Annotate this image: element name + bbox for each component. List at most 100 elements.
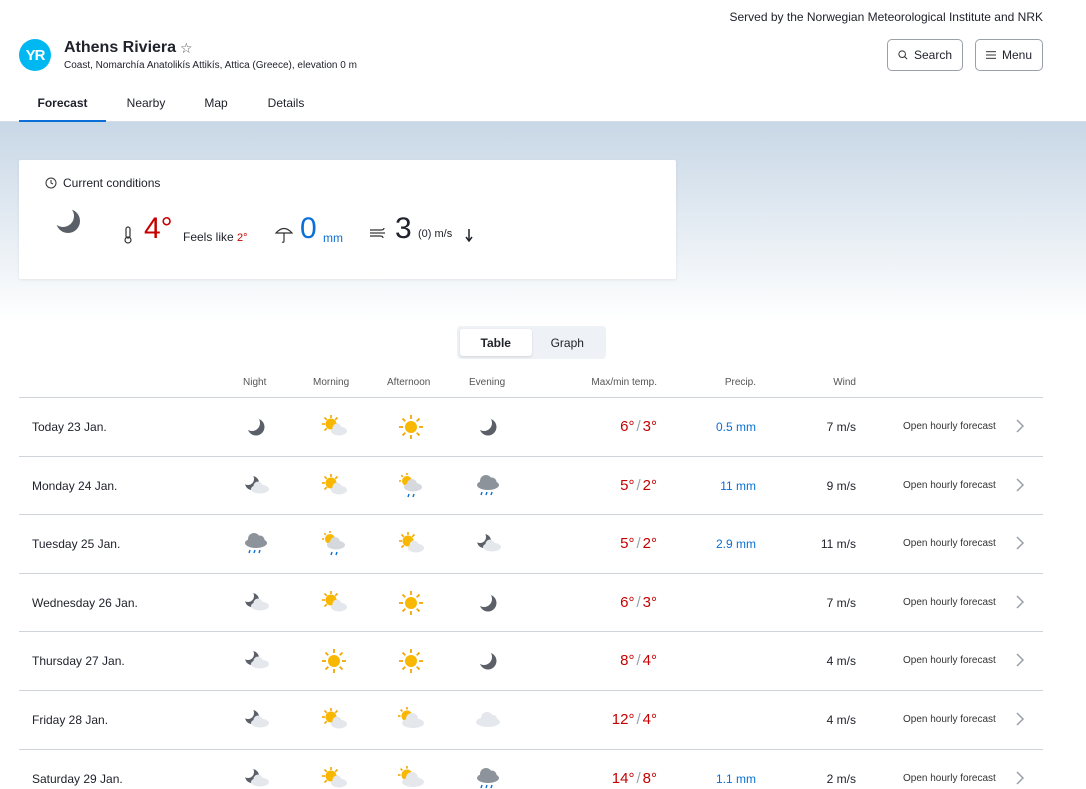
- header-afternoon: Afternoon: [387, 377, 431, 388]
- partly-cloudy-icon: [322, 707, 347, 729]
- temp-separator: /: [636, 476, 641, 494]
- row-temp-min: 2°: [642, 535, 657, 553]
- menu-icon: [986, 51, 996, 59]
- table-toggle-button[interactable]: Table: [460, 329, 532, 356]
- thermometer-icon: [124, 226, 132, 244]
- forecast-table: Today 23 Jan. 6°/3° 0.5 mm 7 m/s Open hourly…: [19, 397, 1043, 789]
- temp-separator: /: [636, 710, 641, 728]
- moon-cloud-icon: [245, 709, 269, 728]
- location-title: Athens Riviera ☆: [64, 39, 193, 57]
- row-day: Friday 28 Jan.: [32, 712, 109, 727]
- forecast-row[interactable]: Thursday 27 Jan. 8°/4° 4 m/s Open hourly fo…: [19, 631, 1043, 690]
- open-hourly-forecast-link[interactable]: Open hourly forecast: [903, 421, 996, 432]
- chevron-right-icon[interactable]: [1015, 594, 1025, 610]
- graph-toggle-button[interactable]: Graph: [532, 329, 604, 356]
- location-subtitle: Coast, Nomarchía Anatolikís Attikís, Att…: [64, 60, 357, 71]
- sun-icon: [399, 415, 423, 439]
- feels-like-label: Feels like: [183, 230, 234, 244]
- row-temp-min: 2°: [642, 476, 657, 494]
- temp-separator: /: [636, 593, 641, 611]
- wind-gust-unit: (0) m/s: [418, 228, 453, 240]
- menu-button[interactable]: Menu: [975, 39, 1043, 71]
- table-header: Night Morning Afternoon Evening Max/min …: [19, 377, 1043, 397]
- open-hourly-forecast-link[interactable]: Open hourly forecast: [903, 597, 996, 608]
- row-wind: 9 m/s: [826, 478, 856, 493]
- partly-cloudy-icon: [322, 415, 347, 436]
- current-temperature: 4°: [144, 212, 173, 245]
- sun-rain-icon: [399, 472, 422, 497]
- tab-nearby[interactable]: Nearby: [106, 88, 186, 122]
- tab-forecast[interactable]: Forecast: [19, 88, 106, 122]
- mostly-cloudy-icon: [398, 765, 424, 787]
- chevron-right-icon[interactable]: [1015, 418, 1025, 434]
- open-hourly-forecast-link[interactable]: Open hourly forecast: [903, 773, 996, 784]
- row-precip: 0.5 mm: [715, 420, 756, 434]
- forecast-row[interactable]: Today 23 Jan. 6°/3° 0.5 mm 7 m/s Open hourly…: [19, 397, 1043, 456]
- search-label: Search: [913, 48, 952, 62]
- temp-separator: /: [636, 535, 641, 553]
- yr-logo[interactable]: YR: [19, 39, 51, 71]
- forecast-row[interactable]: Friday 28 Jan. 12°/4° 4 m/s Open hourly for…: [19, 689, 1043, 749]
- temp-separator: /: [636, 652, 641, 670]
- rain-icon: [245, 533, 267, 554]
- row-precip: 2.9 mm: [715, 537, 756, 552]
- row-wind: 11 m/s: [820, 537, 856, 552]
- chevron-right-icon[interactable]: [1015, 711, 1025, 727]
- rain-icon: [477, 767, 499, 788]
- row-temp-min: 3°: [642, 418, 657, 435]
- row-wind: 2 m/s: [826, 771, 856, 786]
- row-temp: 5°/2°: [620, 477, 657, 494]
- chevron-right-icon[interactable]: [1015, 477, 1025, 493]
- open-hourly-forecast-link[interactable]: Open hourly forecast: [903, 480, 996, 491]
- cloud-icon: [476, 711, 500, 727]
- chevron-right-icon[interactable]: [1015, 535, 1025, 551]
- sun-rain-icon: [322, 531, 345, 556]
- chevron-right-icon[interactable]: [1015, 652, 1025, 668]
- row-temp: 12°/4°: [612, 711, 657, 728]
- row-temp-max: 8°: [620, 652, 635, 670]
- moon-cloud-icon: [245, 592, 269, 611]
- forecast-row[interactable]: Wednesday 26 Jan. 6°/3° 7 m/s Open hourly f…: [19, 572, 1043, 632]
- row-day: Wednesday 26 Jan.: [32, 595, 138, 610]
- row-wind: 7 m/s: [826, 420, 856, 434]
- open-hourly-forecast-link[interactable]: Open hourly forecast: [903, 714, 996, 725]
- row-temp: 8°/4°: [620, 652, 657, 669]
- sun-icon: [322, 649, 346, 674]
- header-night: Night: [243, 377, 267, 388]
- search-button[interactable]: Search: [887, 39, 963, 71]
- header-temp: Max/min temp.: [591, 377, 657, 388]
- main-tabs: Forecast Nearby Map Details: [19, 88, 326, 122]
- tab-map[interactable]: Map: [186, 88, 246, 122]
- header-evening: Evening: [469, 377, 506, 388]
- forecast-row[interactable]: Tuesday 25 Jan. 5°/2° 2.9 mm 11 m/s Open hou…: [19, 514, 1043, 573]
- partly-cloudy-icon: [322, 766, 347, 788]
- row-temp-min: 4°: [642, 710, 657, 728]
- precipitation-unit: mm: [323, 231, 343, 245]
- row-temp-max: 12°: [611, 710, 635, 728]
- feels-like: Feels like 2°: [183, 230, 248, 244]
- moon-cloud-icon: [245, 475, 269, 494]
- chevron-right-icon[interactable]: [1015, 770, 1025, 786]
- feels-like-value: 2°: [237, 232, 248, 244]
- sun-icon: [399, 649, 423, 674]
- header-precip: Precip.: [724, 377, 756, 388]
- star-icon[interactable]: ☆: [180, 40, 193, 57]
- row-temp: 6°/3°: [620, 594, 657, 611]
- tab-details[interactable]: Details: [246, 88, 326, 122]
- row-temp-max: 14°: [611, 769, 635, 787]
- row-day: Tuesday 25 Jan.: [32, 537, 121, 552]
- view-toggle: Table Graph: [457, 326, 606, 359]
- open-hourly-forecast-link[interactable]: Open hourly forecast: [903, 655, 996, 666]
- row-temp-max: 6°: [620, 418, 635, 435]
- row-temp-max: 5°: [620, 535, 635, 553]
- open-hourly-forecast-link[interactable]: Open hourly forecast: [903, 538, 996, 549]
- forecast-row[interactable]: Saturday 29 Jan. 14°/8° 1.1 mm 2 m/s Open ho…: [19, 748, 1043, 789]
- row-wind: 4 m/s: [826, 712, 856, 727]
- menu-label: Menu: [1001, 48, 1032, 62]
- row-temp-min: 3°: [642, 593, 657, 611]
- row-temp-max: 5°: [620, 476, 635, 494]
- partly-cloudy-icon: [399, 532, 424, 553]
- forecast-row[interactable]: Monday 24 Jan. 5°/2° 11 mm 9 m/s Open hourly…: [19, 455, 1043, 515]
- row-day: Saturday 29 Jan.: [32, 771, 123, 786]
- header-morning: Morning: [313, 377, 350, 388]
